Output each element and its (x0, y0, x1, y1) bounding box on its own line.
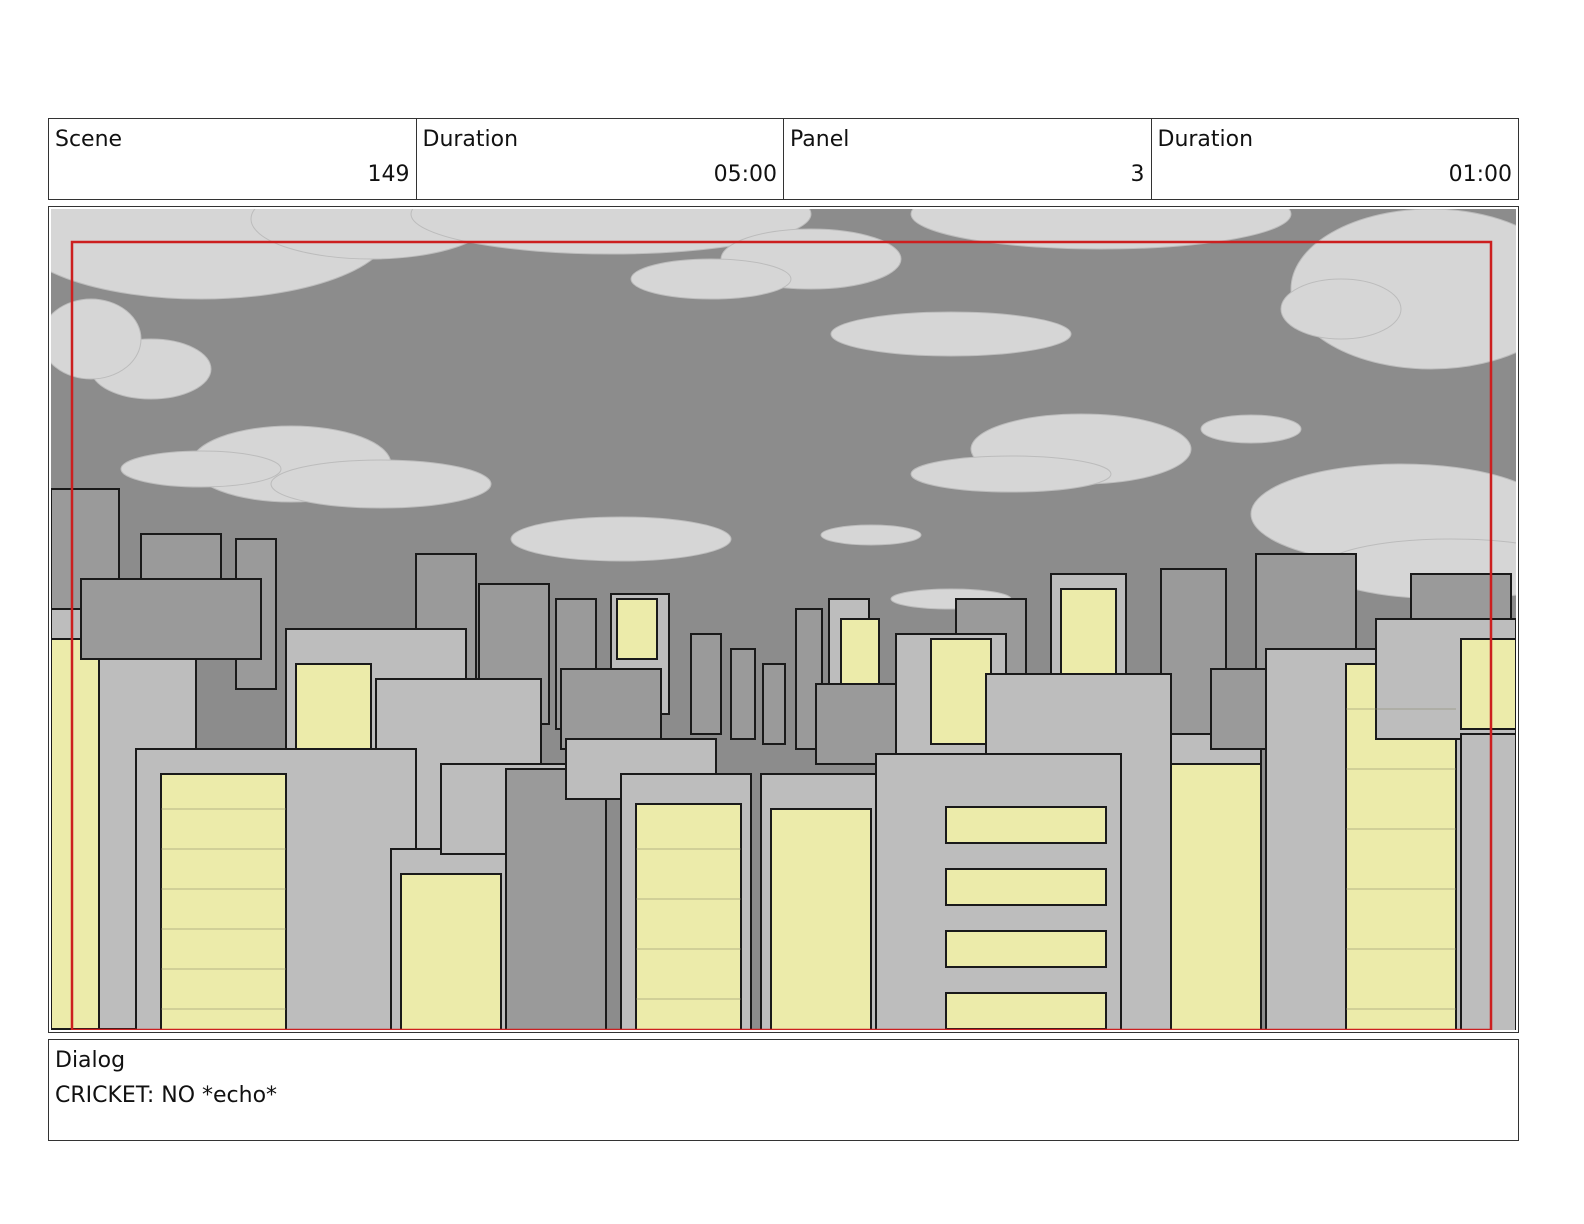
dialog-box: Dialog CRICKET: NO *echo* (48, 1039, 1519, 1141)
panel-value: 3 (1130, 162, 1145, 187)
scene-duration-label: Duration (422, 127, 519, 152)
panel-duration-label: Duration (1157, 127, 1254, 152)
panel-duration-value: 01:00 (1448, 162, 1512, 187)
panel-label: Panel (790, 127, 850, 152)
panel-cell: Panel 3 (784, 119, 1152, 199)
scene-header: Scene 149 Duration 05:00 Panel 3 Duratio… (48, 118, 1519, 200)
panel-duration-cell: Duration 01:00 (1152, 119, 1519, 199)
scene-cell: Scene 149 (49, 119, 417, 199)
dialog-label: Dialog (55, 1048, 126, 1073)
scene-duration-cell: Duration 05:00 (417, 119, 784, 199)
scene-value: 149 (367, 162, 410, 187)
foreground-buildings (135, 738, 1122, 1030)
city-skyline-illustration (51, 209, 1516, 1030)
scene-duration-value: 05:00 (713, 162, 777, 187)
storyboard-panel (48, 206, 1519, 1033)
dialog-text: CRICKET: NO *echo* (55, 1083, 278, 1108)
scene-label: Scene (55, 127, 123, 152)
